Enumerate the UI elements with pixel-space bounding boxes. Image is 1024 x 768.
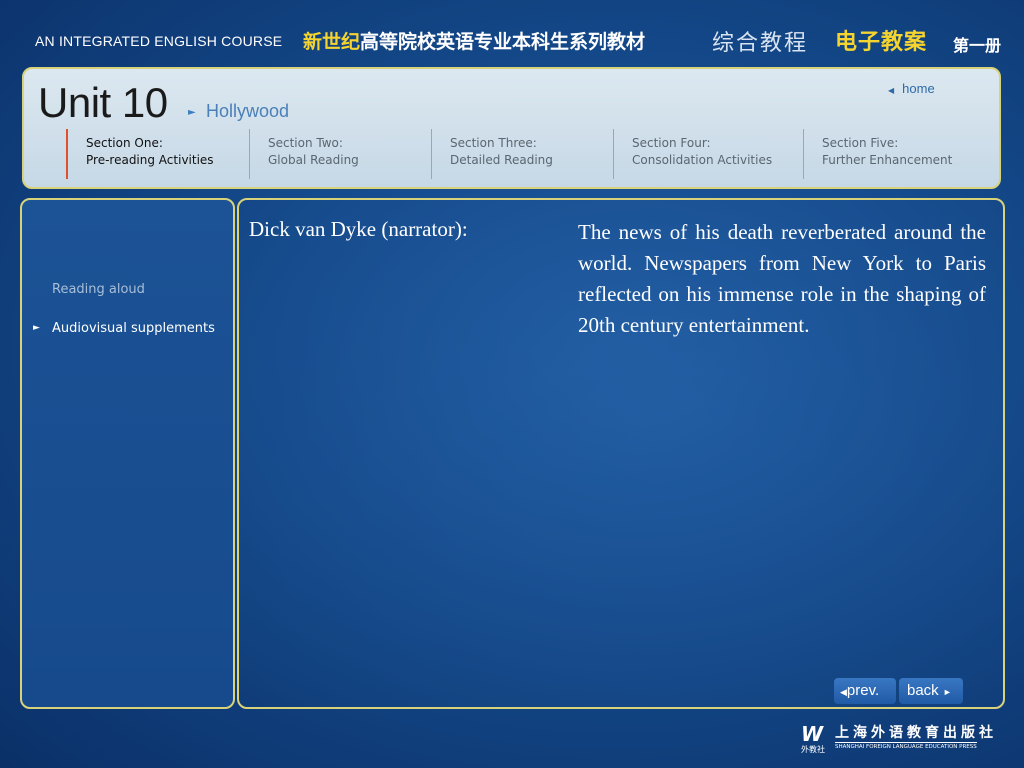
tab-section-five-label: Further Enhancement xyxy=(822,153,953,167)
sidebar: Reading aloud ► Audiovisual supplements xyxy=(20,198,235,709)
back-button[interactable]: back ► xyxy=(899,678,963,704)
publisher-w-logo-icon: W xyxy=(801,722,824,746)
home-link[interactable]: ◀ home xyxy=(888,81,935,96)
tab-section-one-label: Pre-reading Activities xyxy=(86,153,214,167)
prev-label: prev. xyxy=(846,682,880,699)
sidebar-item-audiovisual-supplements[interactable]: Audiovisual supplements xyxy=(52,321,215,336)
series-title-highlight: 新世纪 xyxy=(303,31,361,53)
tab-section-three-label: Detailed Reading xyxy=(450,153,553,167)
electronic-lesson-title: 电子教案 xyxy=(835,30,928,55)
back-label: back xyxy=(907,682,939,699)
publisher-name-en: SHANGHAI FOREIGN LANGUAGE EDUCATION PRES… xyxy=(835,742,977,750)
prev-button[interactable]: ◀prev. xyxy=(834,678,896,704)
tab-section-three[interactable]: Section Three: Detailed Reading xyxy=(432,129,612,179)
tab-section-four-title: Section Four: xyxy=(632,136,711,150)
series-title: 新世纪高等院校英语专业本科生系列教材 xyxy=(303,27,645,54)
publisher-name-cn: 上海外语教育出版社 xyxy=(835,725,997,741)
series-title-rest: 高等院校英语专业本科生系列教材 xyxy=(360,31,646,53)
unit-header-panel: Unit 10 ► Hollywood ◀ home Section One: P… xyxy=(22,67,1001,189)
home-label: home xyxy=(902,81,935,96)
current-item-arrow-icon: ► xyxy=(33,323,40,333)
tab-section-two-title: Section Two: xyxy=(268,136,343,150)
tab-section-four[interactable]: Section Four: Consolidation Activities xyxy=(614,129,802,179)
top-banner: AN INTEGRATED ENGLISH COURSE 新世纪高等院校英语专业… xyxy=(0,0,1024,66)
content-panel: Dick van Dyke (narrator): The news of hi… xyxy=(237,198,1005,709)
volume-title: 第一册 xyxy=(953,36,1002,55)
tab-section-one[interactable]: Section One: Pre-reading Activities xyxy=(68,129,248,179)
tab-section-two[interactable]: Section Two: Global Reading xyxy=(250,129,430,179)
back-arrow-icon: ► xyxy=(942,687,952,697)
comprehensive-course-title: 综合教程 xyxy=(712,31,809,56)
tab-section-three-title: Section Three: xyxy=(450,136,537,150)
home-arrow-icon: ◀ xyxy=(888,86,895,95)
tab-section-five[interactable]: Section Five: Further Enhancement xyxy=(804,129,994,179)
tab-section-four-label: Consolidation Activities xyxy=(632,153,773,167)
tab-section-one-title: Section One: xyxy=(86,136,163,150)
unit-subtitle: Hollywood xyxy=(206,101,290,121)
tab-section-five-title: Section Five: xyxy=(822,136,899,150)
speaker-label: Dick van Dyke (narrator): xyxy=(249,217,468,241)
course-title: AN INTEGRATED ENGLISH COURSE xyxy=(35,33,283,49)
transcript-text: The news of his death reverberated aroun… xyxy=(578,220,986,337)
publisher-logo-sub: 外教社 xyxy=(801,745,825,754)
unit-arrow-icon: ► xyxy=(188,107,196,118)
prev-arrow-icon: ◀ xyxy=(840,687,847,697)
unit-title: Unit 10 xyxy=(38,79,168,126)
tab-section-two-label: Global Reading xyxy=(268,153,359,167)
sidebar-item-reading-aloud[interactable]: Reading aloud xyxy=(52,282,145,297)
